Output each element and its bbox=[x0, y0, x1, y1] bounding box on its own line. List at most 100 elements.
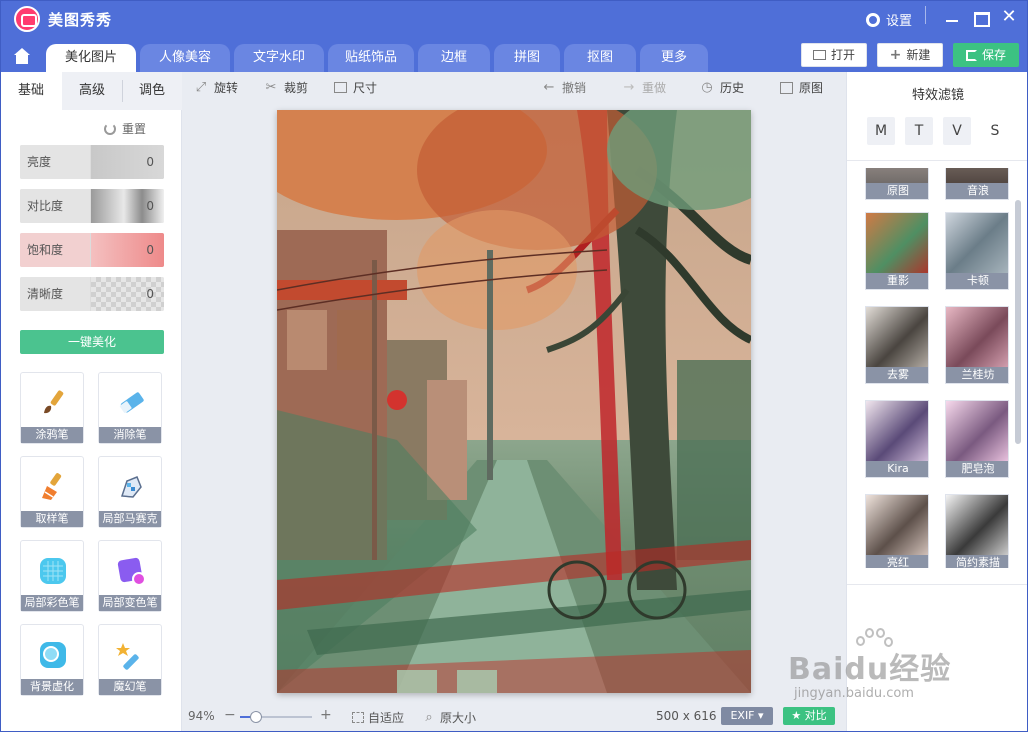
slider-label: 对比度 bbox=[20, 189, 90, 223]
filter-thumbnail bbox=[946, 401, 1008, 463]
filter-label: 原图 bbox=[866, 183, 928, 199]
tool-background-blur[interactable]: 背景虚化 bbox=[20, 624, 84, 696]
contrast-slider[interactable]: 对比度 0 bbox=[20, 189, 164, 223]
filter-thumbnail bbox=[946, 213, 1008, 275]
edited-photo[interactable] bbox=[277, 110, 751, 693]
resize-button[interactable]: 尺寸 bbox=[334, 79, 377, 96]
close-button[interactable]: ✕ bbox=[998, 8, 1020, 28]
filter-label: Kira bbox=[866, 461, 928, 477]
actual-size-button[interactable]: ⌕ 原大小 bbox=[422, 709, 476, 726]
filter-label: 重影 bbox=[866, 273, 928, 289]
filter-item[interactable]: 兰桂坊 bbox=[945, 306, 1009, 384]
settings-label: 设置 bbox=[886, 14, 913, 29]
reset-button[interactable]: 重置 bbox=[104, 120, 146, 137]
tab-collage[interactable]: 拼图 bbox=[494, 44, 560, 72]
tab-cutout[interactable]: 抠图 bbox=[564, 44, 636, 72]
tool-doodle-brush[interactable]: 涂鸦笔 bbox=[20, 372, 84, 444]
slider-value: 0 bbox=[146, 287, 154, 301]
slider-label: 亮度 bbox=[20, 145, 90, 179]
exif-label: EXIF bbox=[730, 709, 755, 722]
tab-portrait[interactable]: 人像美容 bbox=[140, 44, 230, 72]
subtab-advanced[interactable]: 高级 bbox=[62, 72, 122, 110]
resize-icon bbox=[334, 82, 347, 93]
rotate-icon: ⤢ bbox=[195, 79, 207, 95]
new-button[interactable]: + 新建 bbox=[877, 43, 943, 67]
maximize-button[interactable] bbox=[970, 8, 992, 28]
actual-size-label: 原大小 bbox=[440, 711, 477, 725]
filter-tab-v[interactable]: V bbox=[943, 117, 971, 145]
zoom-slider-handle[interactable] bbox=[249, 711, 262, 723]
panel-divider bbox=[847, 584, 1028, 585]
compare-button[interactable]: ★ 对比 bbox=[783, 707, 835, 725]
undo-button[interactable]: ← 撤销 bbox=[542, 79, 586, 96]
redo-button[interactable]: → 重做 bbox=[622, 79, 666, 96]
filter-label: 去雾 bbox=[866, 367, 928, 383]
settings-button[interactable]: 设置 bbox=[866, 10, 912, 29]
tool-local-color-pen[interactable]: 局部彩色笔 bbox=[20, 540, 84, 612]
crop-button[interactable]: ✂ 裁剪 bbox=[264, 79, 308, 96]
one-click-beautify-button[interactable]: 一键美化 bbox=[20, 330, 164, 354]
watermark-main: Baidu经验 bbox=[788, 652, 952, 687]
tab-text-watermark[interactable]: 文字水印 bbox=[234, 44, 324, 72]
title-divider bbox=[925, 6, 926, 24]
filter-item[interactable]: Kira bbox=[865, 400, 929, 478]
filter-item[interactable]: 卡顿 bbox=[945, 212, 1009, 290]
filter-thumbnail bbox=[946, 307, 1008, 369]
open-button[interactable]: 打开 bbox=[801, 43, 867, 67]
title-bar: 美图秀秀 设置 ✕ bbox=[0, 0, 1028, 40]
rotate-button[interactable]: ⤢ 旋转 bbox=[194, 79, 238, 96]
tool-magic-pen[interactable]: 魔幻笔 bbox=[98, 624, 162, 696]
magnifier-icon: ⌕ bbox=[425, 709, 433, 725]
filter-thumbnail bbox=[866, 307, 928, 369]
filter-tab-s[interactable]: S bbox=[981, 117, 1009, 145]
tool-label: 局部彩色笔 bbox=[21, 595, 83, 611]
fit-label: 自适应 bbox=[368, 711, 405, 725]
tab-stickers[interactable]: 贴纸饰品 bbox=[328, 44, 414, 72]
minimize-button[interactable] bbox=[942, 8, 964, 28]
baidu-watermark: Baidu经验 jingyan.baidu.com bbox=[788, 628, 978, 708]
home-icon[interactable] bbox=[2, 44, 40, 72]
original-button[interactable]: 原图 bbox=[780, 79, 823, 96]
color-pen-icon bbox=[40, 558, 66, 584]
tab-frames[interactable]: 边框 bbox=[418, 44, 490, 72]
tool-local-mosaic[interactable]: 局部马赛克 bbox=[98, 456, 162, 528]
filter-label: 兰桂坊 bbox=[946, 367, 1008, 383]
subtab-basic[interactable]: 基础 bbox=[0, 72, 62, 110]
saturation-slider[interactable]: 饱和度 0 bbox=[20, 233, 164, 267]
filter-item[interactable]: 去雾 bbox=[865, 306, 929, 384]
zoom-slider[interactable] bbox=[240, 711, 312, 723]
tool-eraser-pen[interactable]: 消除笔 bbox=[98, 372, 162, 444]
tab-beautify[interactable]: 美化图片 bbox=[46, 44, 136, 72]
save-button[interactable]: 保存 bbox=[953, 43, 1019, 67]
clarity-slider[interactable]: 清晰度 0 bbox=[20, 277, 164, 311]
brush-icon bbox=[44, 390, 64, 414]
tool-local-recolor-pen[interactable]: 局部变色笔 bbox=[98, 540, 162, 612]
tab-more[interactable]: 更多 bbox=[640, 44, 708, 72]
exif-button[interactable]: EXIF ▾ bbox=[721, 707, 773, 725]
main-tab-bar: 美化图片 人像美容 文字水印 贴纸饰品 边框 拼图 抠图 更多 打开 + 新建 … bbox=[0, 40, 1028, 72]
brightness-slider[interactable]: 亮度 0 bbox=[20, 145, 164, 179]
zoom-in-button[interactable]: + bbox=[320, 707, 332, 723]
gear-icon bbox=[866, 12, 880, 27]
panel-divider bbox=[847, 160, 1028, 161]
filter-grid: 原图 音浪 重影 卡顿 去雾 兰桂坊 Kira 肥皂泡 亮红 简约素描 bbox=[847, 168, 1023, 568]
slider-value: 0 bbox=[146, 155, 154, 169]
filter-scrollbar[interactable] bbox=[1015, 200, 1021, 444]
filter-item[interactable]: 音浪 bbox=[945, 168, 1009, 200]
filter-tab-t[interactable]: T bbox=[905, 117, 933, 145]
resize-label: 尺寸 bbox=[353, 81, 378, 95]
fit-window-button[interactable]: 自适应 bbox=[352, 709, 404, 726]
history-button[interactable]: ◷ 历史 bbox=[700, 79, 744, 96]
subtab-color[interactable]: 调色 bbox=[122, 72, 182, 110]
filter-tab-m[interactable]: M bbox=[867, 117, 895, 145]
tool-sample-brush[interactable]: 取样笔 bbox=[20, 456, 84, 528]
filter-item[interactable]: 简约素描 bbox=[945, 494, 1009, 568]
clock-icon: ◷ bbox=[701, 79, 713, 95]
zoom-out-button[interactable]: − bbox=[224, 707, 236, 723]
filter-item[interactable]: 肥皂泡 bbox=[945, 400, 1009, 478]
eraser-icon bbox=[119, 392, 144, 413]
filter-item[interactable]: 重影 bbox=[865, 212, 929, 290]
filter-item[interactable]: 原图 bbox=[865, 168, 929, 200]
filter-thumbnail bbox=[946, 495, 1008, 557]
filter-item[interactable]: 亮红 bbox=[865, 494, 929, 568]
